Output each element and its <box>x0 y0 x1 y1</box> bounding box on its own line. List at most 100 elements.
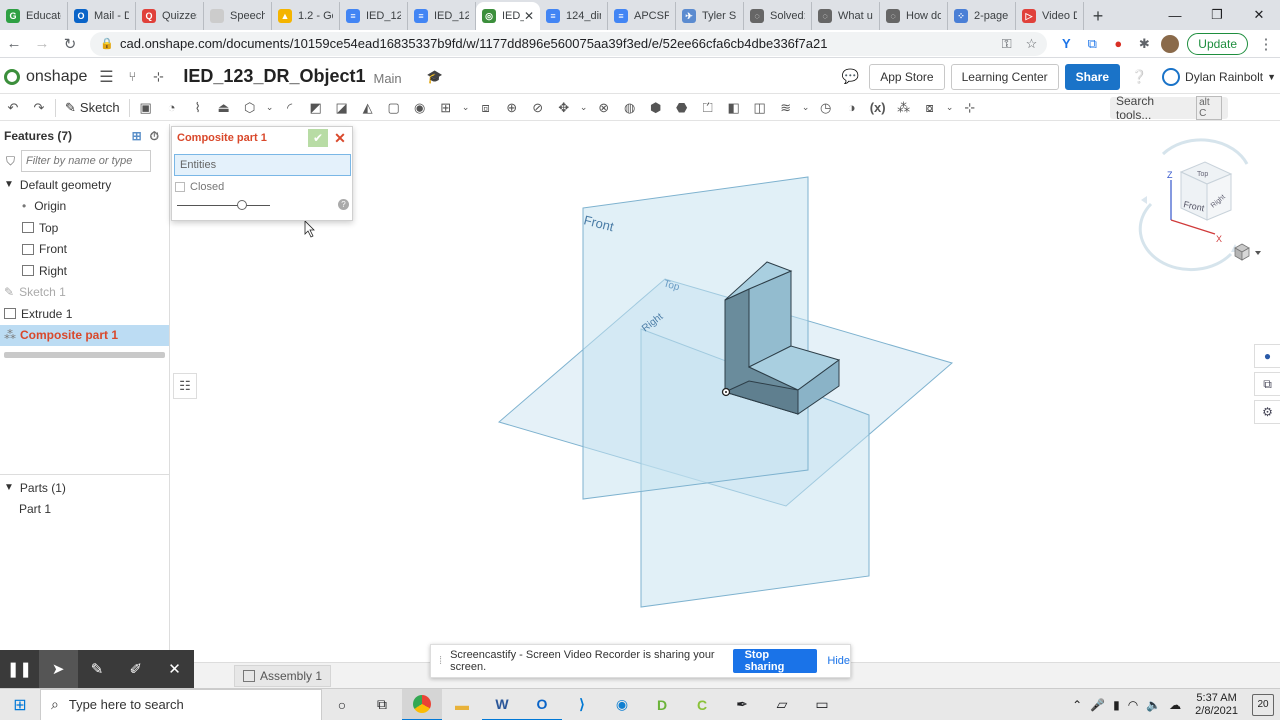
browser-tab[interactable]: ▲ 1.2 - Go <box>272 2 340 30</box>
feature-filter-input[interactable] <box>21 150 152 172</box>
highlighter-icon[interactable]: ✐ <box>116 650 155 688</box>
browser-tab[interactable]: ≡ IED_122 <box>340 2 408 30</box>
revolve-icon[interactable]: ◔ <box>161 97 183 119</box>
reload-icon[interactable]: ↻ <box>56 30 84 58</box>
insert-icon[interactable]: ⊹ <box>147 66 169 88</box>
fillet-icon[interactable]: ◜ <box>279 97 301 119</box>
word-app-icon[interactable]: W <box>482 689 522 720</box>
loft-icon[interactable]: ⏏ <box>213 97 235 119</box>
part-list-item[interactable]: Part 1 <box>0 499 170 521</box>
taskbar-search-box[interactable]: ⌕ Type here to search <box>40 688 322 720</box>
measure-icon[interactable]: ◷ <box>815 97 837 119</box>
chamfer-icon[interactable]: ◩ <box>305 97 327 119</box>
document-title[interactable]: IED_123_DR_Object1 <box>183 66 365 87</box>
closed-checkbox[interactable] <box>175 182 185 192</box>
volume-icon[interactable]: 🔈 <box>1146 698 1161 712</box>
versions-graph-icon[interactable]: ⑂ <box>121 66 143 88</box>
browser-tab[interactable]: ▷ Video D <box>1016 2 1084 30</box>
mass-properties-icon[interactable]: ⧉ <box>1254 372 1280 396</box>
search-tools-input[interactable]: Search tools... alt C <box>1110 94 1228 122</box>
browser-tab[interactable]: ✈ Tyler Sh <box>676 2 744 30</box>
feature-item-composite[interactable]: ⁂ Composite part 1 <box>0 324 169 346</box>
rollback-timer-icon[interactable]: ⏱ <box>150 129 159 144</box>
battery-icon[interactable]: ▮ <box>1113 698 1120 712</box>
feature-item-plane[interactable]: Front <box>0 239 169 261</box>
modify-fillet-icon[interactable]: ◍ <box>619 97 641 119</box>
shell-icon[interactable]: ▢ <box>383 97 405 119</box>
custom-feature-icon[interactable]: ⧇ <box>919 97 941 119</box>
feature-item-origin[interactable]: • Origin <box>0 196 169 218</box>
app-note-icon[interactable]: ▱ <box>762 689 802 720</box>
dropdown-chevron-icon[interactable]: ⌄ <box>265 97 275 119</box>
app-quill-icon[interactable]: ✒ <box>722 689 762 720</box>
boolean-icon[interactable]: ⊕ <box>501 97 523 119</box>
preview-slider-track[interactable] <box>177 205 270 206</box>
entities-selection-field[interactable]: Entities <box>174 154 351 176</box>
wifi-icon[interactable]: ◠ <box>1128 698 1138 712</box>
undo-icon[interactable]: ↶ <box>2 97 24 119</box>
rib-icon[interactable]: ◭ <box>357 97 379 119</box>
appearance-icon[interactable]: ● <box>1254 344 1280 368</box>
pause-icon[interactable]: ❚❚ <box>0 650 39 688</box>
task-view-icon[interactable]: ⧉ <box>362 689 402 720</box>
sketch-button[interactable]: ✎ Sketch <box>59 100 126 116</box>
tray-chevron-icon[interactable]: ⌃ <box>1072 698 1082 712</box>
hamburger-menu-icon[interactable]: ☰ <box>95 66 117 88</box>
pen-icon[interactable]: ✎ <box>78 650 117 688</box>
share-button[interactable]: Share <box>1064 63 1121 90</box>
key-icon[interactable]: ⚿ <box>1002 36 1012 52</box>
app-c-icon[interactable]: C <box>682 689 722 720</box>
pattern-icon[interactable]: ⊞ <box>435 97 457 119</box>
onedrive-icon[interactable]: ☁ <box>1169 698 1181 712</box>
update-button[interactable]: Update <box>1187 32 1248 55</box>
app-store-button[interactable]: App Store <box>869 63 945 90</box>
microphone-icon[interactable]: 🎤 <box>1090 698 1105 712</box>
edge-app-icon[interactable]: ◉ <box>602 689 642 720</box>
extension-icon-save[interactable]: ⧉ <box>1079 31 1105 57</box>
replace-face-icon[interactable]: ⬣ <box>671 97 693 119</box>
app-d-icon[interactable]: D <box>642 689 682 720</box>
mirror-icon[interactable]: ⧈ <box>475 97 497 119</box>
offset-surface-icon[interactable]: ⏍ <box>697 97 719 119</box>
hide-link[interactable]: Hide <box>827 655 850 667</box>
forward-icon[interactable]: → <box>28 30 56 58</box>
feature-item-sketch[interactable]: ✎ Sketch 1 <box>0 282 169 304</box>
redo-icon[interactable]: ↷ <box>28 97 50 119</box>
onshape-logo[interactable]: onshape <box>0 68 87 86</box>
browser-tab[interactable]: ◌ How do <box>880 2 948 30</box>
thicken-icon[interactable]: ⬡ <box>239 97 261 119</box>
windows-start-icon[interactable]: ⊞ <box>0 689 40 720</box>
dropdown-chevron-icon[interactable]: ⌄ <box>461 97 471 119</box>
mate-connector-icon[interactable]: ◫ <box>749 97 771 119</box>
feature-item-extrude[interactable]: Extrude 1 <box>0 303 169 325</box>
back-icon[interactable]: ← <box>0 30 28 58</box>
accept-check-icon[interactable]: ✔ <box>308 129 328 147</box>
education-cap-icon[interactable]: 🎓 <box>424 66 446 88</box>
feature-item-plane[interactable]: Right <box>0 260 169 282</box>
variable-icon[interactable]: (x) <box>867 97 889 119</box>
extension-icon-y[interactable]: Y <box>1053 31 1079 57</box>
draft-icon[interactable]: ◪ <box>331 97 353 119</box>
hole-icon[interactable]: ◉ <box>409 97 431 119</box>
view-cube[interactable]: Top Front Right Z X <box>1138 138 1249 272</box>
stop-sharing-button[interactable]: Stop sharing <box>732 649 818 673</box>
close-icon[interactable]: ✕ <box>155 650 194 688</box>
browser-menu-icon[interactable]: ⋮ <box>1252 30 1280 58</box>
move-face-icon[interactable]: ⬢ <box>645 97 667 119</box>
browser-tab[interactable]: G Educato <box>0 2 68 30</box>
closed-option[interactable]: Closed <box>175 181 352 193</box>
cortana-icon[interactable]: ○ <box>322 689 362 720</box>
cursor-icon[interactable]: ➤ <box>38 650 78 688</box>
extension-icon-record[interactable]: ● <box>1105 31 1131 57</box>
vscode-app-icon[interactable]: ⟩ <box>562 689 602 720</box>
app-window-icon[interactable]: ▭ <box>802 689 842 720</box>
browser-tab[interactable]: ⁘ 2-page <box>948 2 1016 30</box>
taskbar-clock[interactable]: 5:37 AM 2/8/2021 <box>1195 692 1238 718</box>
part-studio-tools-icon[interactable]: ⚙ <box>1254 400 1280 424</box>
bookmark-star-icon[interactable]: ☆ <box>1026 36 1038 52</box>
sweep-icon[interactable]: ⌇ <box>187 97 209 119</box>
browser-tab[interactable]: ◌ Solved: <box>744 2 812 30</box>
delete-part-icon[interactable]: ⊗ <box>593 97 615 119</box>
plane-icon[interactable]: ◧ <box>723 97 745 119</box>
configurations-icon[interactable]: ⁂ <box>893 97 915 119</box>
